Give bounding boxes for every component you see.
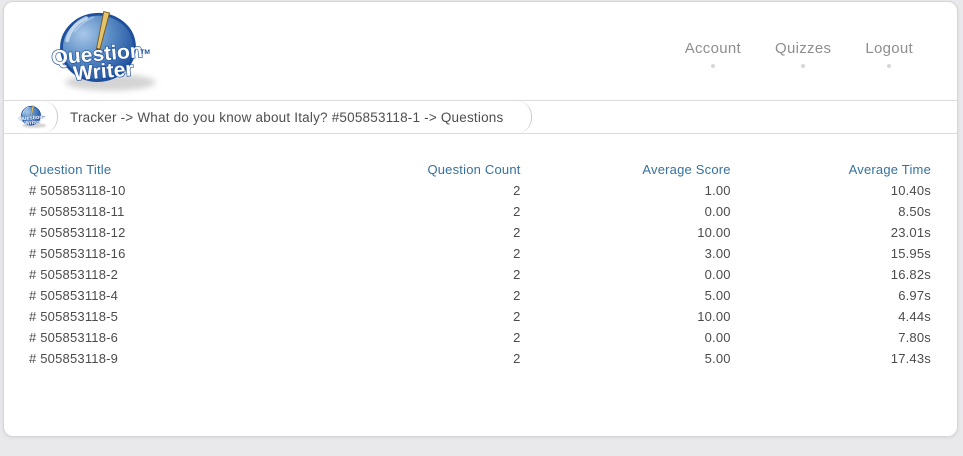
table-row: # 505853118-12 2 10.00 23.01s [29, 223, 931, 244]
question-count-cell: 2 [336, 202, 521, 223]
average-time-cell: 10.40s [731, 181, 931, 202]
question-count-cell: 2 [336, 349, 521, 370]
table-row: # 505853118-9 2 5.00 17.43s [29, 349, 931, 370]
nav-dot-icon [887, 64, 891, 68]
question-count-cell: 2 [336, 265, 521, 286]
question-title-cell: # 505853118-12 [29, 223, 336, 244]
breadcrumb-bar: Tracker -> What do you know about Italy?… [4, 100, 957, 134]
table-row: # 505853118-4 2 5.00 6.97s [29, 286, 931, 307]
average-time-cell: 16.82s [731, 265, 931, 286]
main-nav: Account Quizzes Logout [685, 40, 913, 68]
question-count-cell: 2 [336, 223, 521, 244]
col-header-question-count[interactable]: Question Count [336, 160, 521, 181]
col-header-question-title[interactable]: Question Title [29, 160, 336, 181]
table-header-row: Question Title Question Count Average Sc… [29, 160, 931, 181]
question-count-cell: 2 [336, 244, 521, 265]
questions-table: Question Title Question Count Average Sc… [29, 160, 931, 370]
question-count-cell: 2 [336, 181, 521, 202]
question-title-cell: # 505853118-5 [29, 307, 336, 328]
table-row: # 505853118-10 2 1.00 10.40s [29, 181, 931, 202]
breadcrumb: Tracker -> What do you know about Italy?… [58, 101, 532, 133]
average-score-cell: 0.00 [521, 328, 731, 349]
question-title-cell: # 505853118-16 [29, 244, 336, 265]
question-title-cell: # 505853118-10 [29, 181, 336, 202]
table-row: # 505853118-11 2 0.00 8.50s [29, 202, 931, 223]
average-time-cell: 8.50s [731, 202, 931, 223]
question-title-cell: # 505853118-6 [29, 328, 336, 349]
question-count-cell: 2 [336, 286, 521, 307]
average-time-cell: 23.01s [731, 223, 931, 244]
average-score-cell: 3.00 [521, 244, 731, 265]
main-content: Question Title Question Count Average Sc… [4, 134, 957, 370]
nav-item-account[interactable]: Account [685, 40, 741, 68]
average-time-cell: 6.97s [731, 286, 931, 307]
average-score-cell: 10.00 [521, 223, 731, 244]
breadcrumb-path[interactable]: Tracker -> What do you know about Italy?… [70, 110, 503, 125]
average-time-cell: 17.43s [731, 349, 931, 370]
table-row: # 505853118-6 2 0.00 7.80s [29, 328, 931, 349]
table-row: # 505853118-16 2 3.00 15.95s [29, 244, 931, 265]
average-score-cell: 5.00 [521, 349, 731, 370]
average-time-cell: 4.44s [731, 307, 931, 328]
nav-item-logout[interactable]: Logout [865, 40, 913, 68]
nav-label-quizzes: Quizzes [775, 40, 831, 57]
breadcrumb-home-logo[interactable] [4, 101, 58, 133]
question-title-cell: # 505853118-2 [29, 265, 336, 286]
table-row: # 505853118-5 2 10.00 4.44s [29, 307, 931, 328]
average-time-cell: 7.80s [731, 328, 931, 349]
nav-dot-icon [801, 64, 805, 68]
col-header-average-score[interactable]: Average Score [521, 160, 731, 181]
nav-item-quizzes[interactable]: Quizzes [775, 40, 831, 68]
app-window: Account Quizzes Logout Tracker -> What d… [3, 1, 958, 437]
nav-label-logout: Logout [865, 40, 913, 57]
average-score-cell: 0.00 [521, 265, 731, 286]
nav-dot-icon [711, 64, 715, 68]
average-time-cell: 15.95s [731, 244, 931, 265]
question-writer-logo[interactable] [26, 6, 170, 98]
average-score-cell: 5.00 [521, 286, 731, 307]
question-writer-logo-icon [26, 6, 170, 98]
question-count-cell: 2 [336, 328, 521, 349]
average-score-cell: 1.00 [521, 181, 731, 202]
question-title-cell: # 505853118-11 [29, 202, 336, 223]
average-score-cell: 10.00 [521, 307, 731, 328]
table-row: # 505853118-2 2 0.00 16.82s [29, 265, 931, 286]
question-title-cell: # 505853118-4 [29, 286, 336, 307]
question-title-cell: # 505853118-9 [29, 349, 336, 370]
col-header-average-time[interactable]: Average Time [731, 160, 931, 181]
nav-label-account: Account [685, 40, 741, 57]
question-count-cell: 2 [336, 307, 521, 328]
average-score-cell: 0.00 [521, 202, 731, 223]
question-writer-logo-small-icon [12, 104, 50, 130]
header: Account Quizzes Logout [4, 2, 957, 100]
